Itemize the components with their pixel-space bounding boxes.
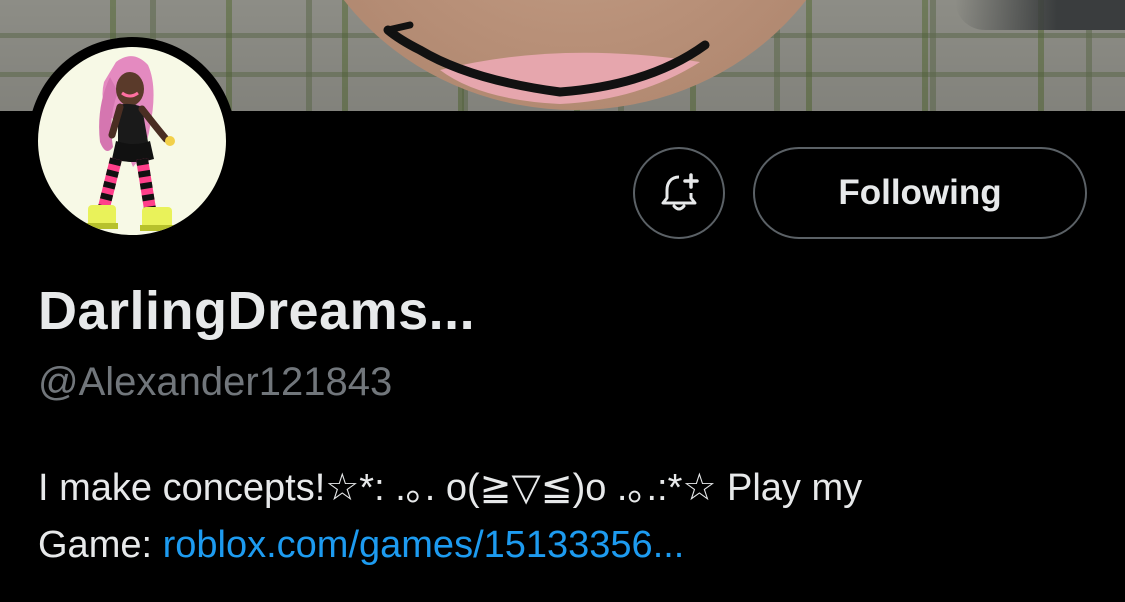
notifications-button[interactable] bbox=[633, 147, 725, 239]
display-name: DarlingDreams... bbox=[38, 281, 476, 341]
avatar-character-illustration bbox=[86, 56, 175, 231]
bio-line-2: Game: roblox.com/games/15133356... bbox=[38, 517, 1098, 574]
bio-line-1: I make concepts!☆*: .｡. o(≧▽≦)o .｡.:*☆ P… bbox=[38, 467, 863, 509]
profile-avatar[interactable] bbox=[38, 47, 226, 235]
bell-plus-icon bbox=[661, 173, 699, 211]
following-button[interactable]: Following bbox=[753, 147, 1087, 239]
user-handle: @Alexander121843 bbox=[38, 360, 393, 404]
bio-prefix: Game: bbox=[38, 524, 163, 566]
banner-shadow bbox=[955, 0, 1125, 30]
profile-bio: I make concepts!☆*: .｡. o(≧▽≦)o .｡.:*☆ P… bbox=[38, 460, 1098, 574]
following-label: Following bbox=[838, 173, 1002, 212]
bio-link[interactable]: roblox.com/games/15133356... bbox=[163, 524, 685, 566]
